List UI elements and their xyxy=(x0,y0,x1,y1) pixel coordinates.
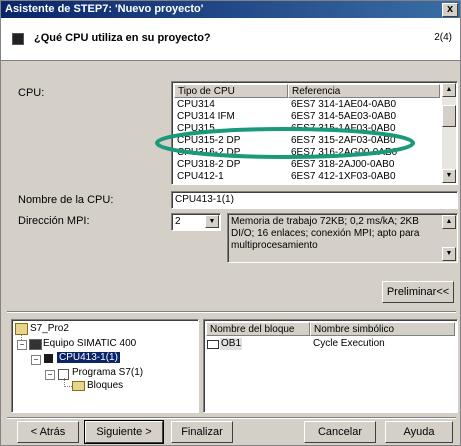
chevron-down-icon[interactable]: ▼ xyxy=(205,215,219,228)
mpi-label: Dirección MPI: xyxy=(18,215,90,227)
collapse-icon[interactable]: − xyxy=(17,340,27,350)
collapse-icon[interactable]: − xyxy=(45,370,55,380)
scroll-thumb[interactable] xyxy=(442,105,456,127)
cpu-description: Memoria de trabajo 72KB; 0,2 ms/kA; 2KB … xyxy=(227,213,458,263)
back-button[interactable]: < Atrás xyxy=(17,421,79,443)
folder-icon xyxy=(72,381,85,391)
tree-item-blocks[interactable]: Bloques xyxy=(87,380,123,391)
col-header-block-name[interactable]: Nombre del bloque xyxy=(206,322,310,336)
finish-button[interactable]: Finalizar xyxy=(171,421,233,443)
mpi-select[interactable]: 2 ▼ xyxy=(171,213,221,231)
tree-item-project[interactable]: S7_Pro2 xyxy=(30,323,69,334)
scroll-down-icon[interactable]: ▼ xyxy=(442,169,456,183)
blocks-table[interactable]: Nombre del bloque Nombre simbólico OB1 C… xyxy=(203,319,458,413)
cpu-icon xyxy=(12,33,24,45)
title-bar: Asistente de STEP7: 'Nuevo proyecto' x xyxy=(1,1,460,18)
cpu-label: CPU: xyxy=(18,87,45,99)
cpu-table-scrollbar[interactable]: ▲ ▼ xyxy=(442,83,456,183)
col-header-symbolic-name[interactable]: Nombre simbólico xyxy=(310,322,455,336)
col-header-cpu-type[interactable]: Tipo de CPU xyxy=(174,84,288,98)
scroll-down-icon[interactable]: ▼ xyxy=(442,247,456,261)
step-indicator: 2(4) xyxy=(434,32,452,43)
col-header-reference[interactable]: Referencia xyxy=(288,84,440,98)
project-icon xyxy=(15,323,28,335)
tree-item-cpu[interactable]: CPU413-1(1) xyxy=(57,352,120,363)
wizard-window: Asistente de STEP7: 'Nuevo proyecto' x ¿… xyxy=(0,0,461,446)
wizard-question: ¿Qué CPU utiliza en su proyecto? xyxy=(34,32,211,44)
scroll-up-icon[interactable]: ▲ xyxy=(442,215,456,229)
cpu-name-field[interactable]: CPU413-1(1) xyxy=(171,191,458,209)
wizard-header: ¿Qué CPU utiliza en su proyecto? 2(4) xyxy=(1,18,460,61)
preview-button[interactable]: Preliminar<< xyxy=(382,281,454,303)
project-tree[interactable]: S7_Pro2 − Equipo SIMATIC 400 − CPU413-1(… xyxy=(11,319,199,413)
station-icon xyxy=(29,339,42,350)
cpu-name-label: Nombre de la CPU: xyxy=(18,194,114,206)
collapse-icon[interactable]: − xyxy=(31,355,41,365)
highlight-ellipse xyxy=(155,127,415,159)
window-title: Asistente de STEP7: 'Nuevo proyecto' xyxy=(5,3,204,15)
help-button[interactable]: Ayuda xyxy=(385,421,453,443)
scroll-up-icon[interactable]: ▲ xyxy=(442,83,456,97)
cancel-button[interactable]: Cancelar xyxy=(304,421,376,443)
block-icon xyxy=(207,340,219,349)
cpu-tree-icon xyxy=(44,354,53,363)
divider xyxy=(7,417,456,419)
close-button[interactable]: x xyxy=(442,3,458,17)
tree-item-station[interactable]: Equipo SIMATIC 400 xyxy=(43,338,136,349)
description-scrollbar[interactable]: ▲ ▼ xyxy=(442,215,456,261)
next-button[interactable]: Siguiente > xyxy=(84,420,164,444)
divider xyxy=(7,311,456,313)
tree-item-program[interactable]: Programa S7(1) xyxy=(72,367,143,378)
